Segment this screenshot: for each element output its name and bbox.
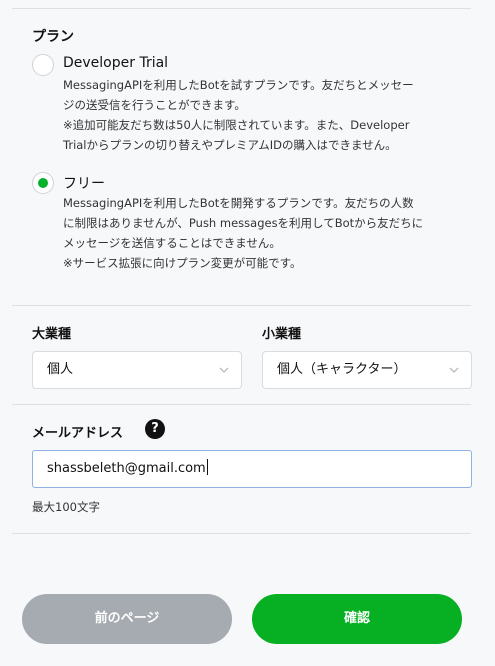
confirm-button[interactable]: 確認	[252, 594, 462, 644]
desc-line: ※サービス拡張に向けプラン変更が可能です。	[63, 256, 302, 270]
radio-free[interactable]	[32, 172, 54, 194]
desc-line: MessagingAPIを利用したBotを試すプランです。友だちとメッセー	[63, 78, 414, 92]
plan-section-title: プラン	[32, 29, 74, 45]
top-divider	[12, 8, 471, 9]
email-label: メールアドレス	[32, 426, 124, 441]
major-industry-label: 大業種	[32, 327, 72, 342]
minor-industry-label: 小業種	[262, 327, 302, 342]
question-circle-icon[interactable]: ?	[145, 419, 165, 439]
desc-line: Trialからプランの切り替えやプレミアムIDの購入はできません。	[63, 138, 397, 152]
email-input[interactable]: shassbeleth@gmail.com	[32, 450, 472, 488]
option-name-free[interactable]: フリー	[63, 173, 105, 193]
major-industry-value: 個人	[47, 362, 74, 377]
option-name-developer-trial[interactable]: Developer Trial	[63, 55, 168, 71]
chevron-down-icon	[449, 367, 459, 373]
option-desc-developer-trial: MessagingAPIを利用したBotを試すプランです。友だちとメッセー ジの…	[63, 75, 483, 155]
option-desc-free: MessagingAPIを利用したBotを開発するプランです。友だちの人数 に制…	[63, 193, 483, 273]
previous-page-button[interactable]: 前のページ	[22, 594, 232, 644]
minor-industry-select[interactable]: 個人（キャラクター）	[262, 351, 472, 389]
minor-industry-value: 個人（キャラクター）	[277, 362, 407, 377]
desc-line: メッセージを送信することはできません。	[63, 236, 281, 250]
email-hint: 最大100文字	[32, 500, 100, 514]
desc-line: に制限はありませんが、Push messagesを利用してBotから友だちに	[63, 216, 424, 230]
email-divider	[12, 533, 471, 534]
text-caret	[206, 459, 208, 475]
desc-line: ジの送受信を行うことができます。	[63, 98, 246, 112]
chevron-down-icon	[219, 367, 229, 373]
desc-line: MessagingAPIを利用したBotを開発するプランです。友だちの人数	[63, 196, 414, 210]
desc-line: ※追加可能友だち数は50人に制限されています。また、Developer	[63, 118, 410, 132]
radio-developer-trial[interactable]	[32, 54, 54, 76]
plan-divider	[12, 305, 471, 306]
major-industry-select[interactable]: 個人	[32, 351, 242, 389]
email-input-value: shassbeleth@gmail.com	[47, 461, 206, 476]
industry-divider	[12, 404, 471, 405]
